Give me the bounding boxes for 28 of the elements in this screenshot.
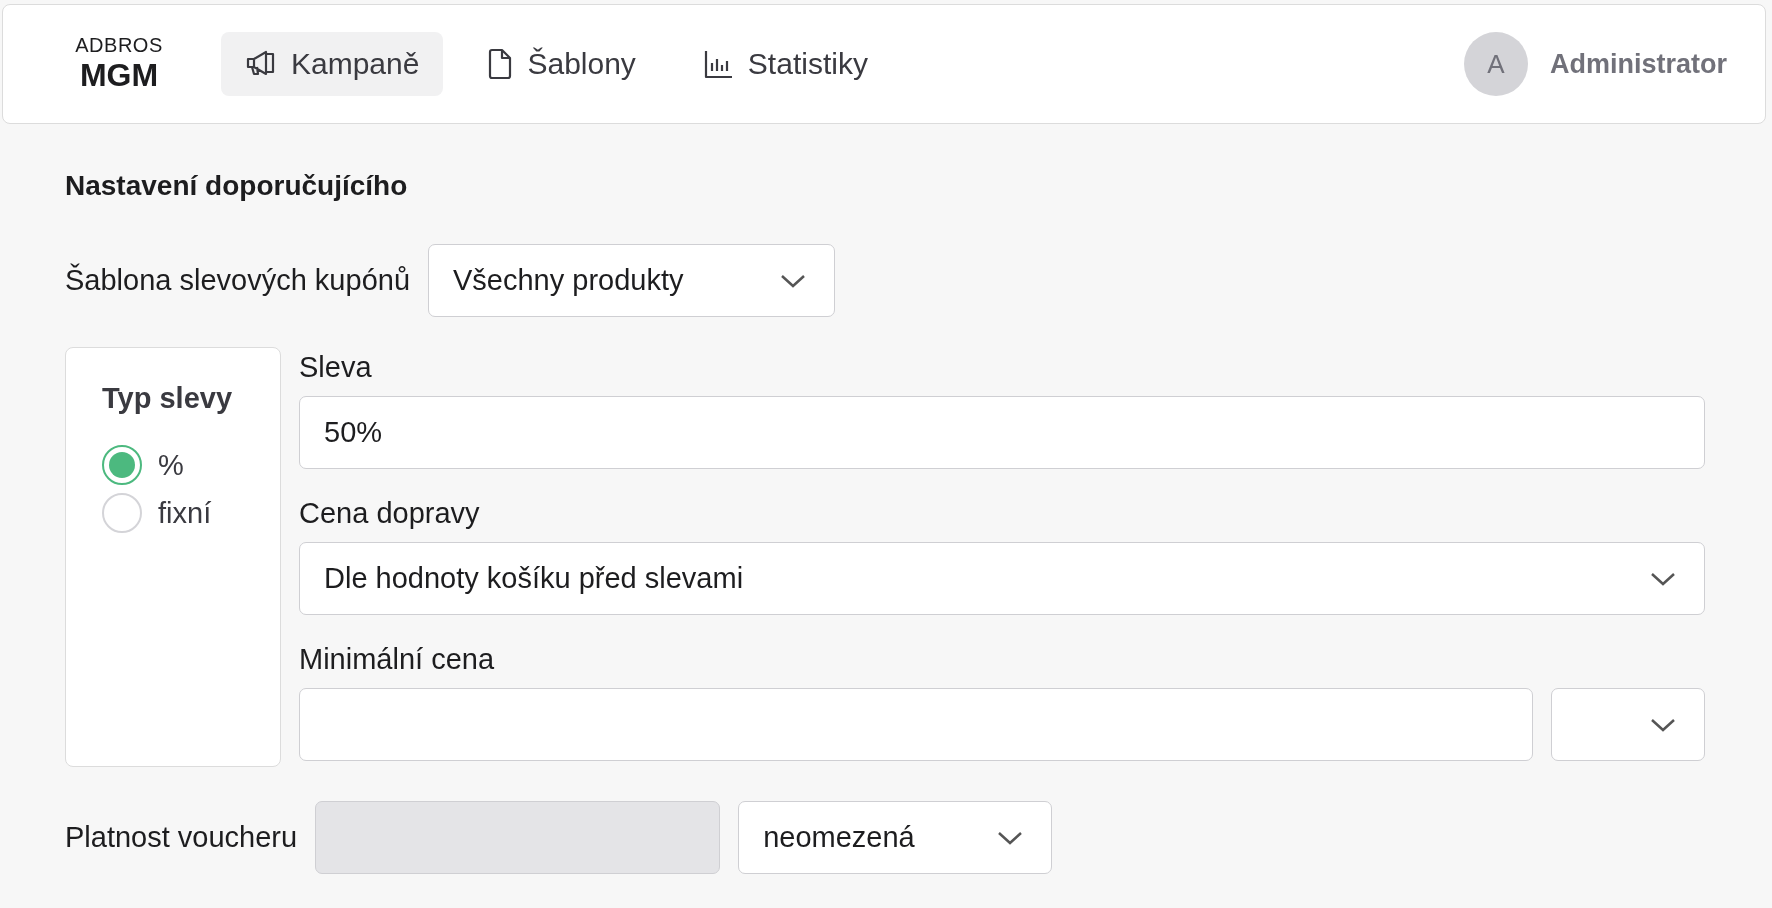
chevron-down-icon (1650, 570, 1676, 587)
nav-tab[interactable]: Šablony (463, 32, 660, 96)
chevron-down-icon (1650, 716, 1676, 733)
section-title: Nastavení doporučujícího (65, 170, 409, 202)
shipping-select[interactable]: Dle hodnoty košíku před slevami (299, 542, 1705, 615)
field-label: Šablona slevových kupónů (65, 264, 410, 297)
currency-select[interactable] (1551, 688, 1705, 761)
nav-tab[interactable]: Statistiky (679, 32, 892, 96)
logo-text: MGM (79, 57, 159, 94)
field-label: Sleva (299, 351, 373, 384)
radio-label: % (158, 448, 184, 482)
logo-text: ADBROS (75, 34, 163, 57)
bar-chart-icon (703, 49, 734, 79)
min-price-input[interactable] (299, 688, 1533, 761)
field-label: Cena dopravy (299, 497, 481, 530)
radio-button[interactable] (102, 493, 142, 533)
file-icon (487, 48, 514, 80)
chevron-down-icon (997, 829, 1024, 846)
field-label: Platnost voucheru (65, 821, 298, 854)
card-title: Typ slevy (102, 382, 234, 415)
chevron-down-icon (780, 272, 806, 289)
radio-label: fixní (158, 496, 212, 530)
template-select[interactable]: Všechny produkty (428, 244, 835, 317)
user-name: Administrator (1549, 48, 1727, 80)
field-label: Minimální cena (299, 643, 496, 676)
nav-tab[interactable]: Kampaně (221, 32, 444, 96)
radio-button[interactable] (102, 445, 142, 485)
discount-input[interactable]: 50% (299, 396, 1705, 469)
